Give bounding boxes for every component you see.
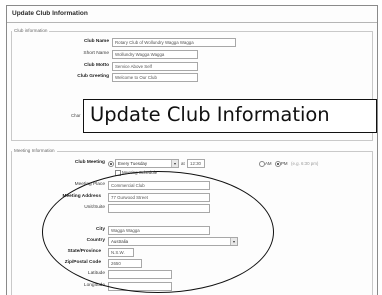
at-label: at xyxy=(181,161,185,166)
caption-box: Update Club Information xyxy=(83,99,377,133)
chevron-down-icon: ▾ xyxy=(171,160,178,167)
time-hint: (e.g. 6:30 pm) xyxy=(291,161,319,166)
caption-text: Update Club Information xyxy=(90,103,330,126)
club-name-field[interactable]: Rotary Club of Wollundry Wagga Wagga xyxy=(112,38,236,47)
short-name-field[interactable]: Wollundry Wagga Wagga xyxy=(112,50,198,59)
window-title: Update Club Information xyxy=(12,10,88,17)
club-name-label: Club Name xyxy=(83,39,109,44)
highlight-ellipse xyxy=(42,171,274,293)
short-name-label: Short Name xyxy=(83,51,109,56)
meeting-frequency-select[interactable]: Every Tuesday ▾ xyxy=(115,159,179,168)
club-info-legend: Club information xyxy=(12,28,50,33)
club-greeting-field[interactable]: Welcome to Our Club xyxy=(112,73,198,82)
am-label: AM xyxy=(265,161,272,166)
club-motto-field[interactable]: Service Above Self xyxy=(112,62,198,71)
meeting-info-legend: Meeting Information xyxy=(12,148,57,153)
club-meeting-label: Club Meeting xyxy=(74,160,105,165)
charter-label: Char xyxy=(71,113,81,118)
meeting-frequency-value: Every Tuesday xyxy=(118,161,148,166)
pm-label: PM xyxy=(281,161,288,166)
club-greeting-label: Club Greeting xyxy=(77,74,109,79)
title-divider xyxy=(7,22,377,23)
meeting-time-field[interactable]: 12:30 xyxy=(187,159,205,168)
meeting-frequency-radio[interactable] xyxy=(108,161,114,167)
club-motto-label: Club Motto xyxy=(83,63,109,68)
